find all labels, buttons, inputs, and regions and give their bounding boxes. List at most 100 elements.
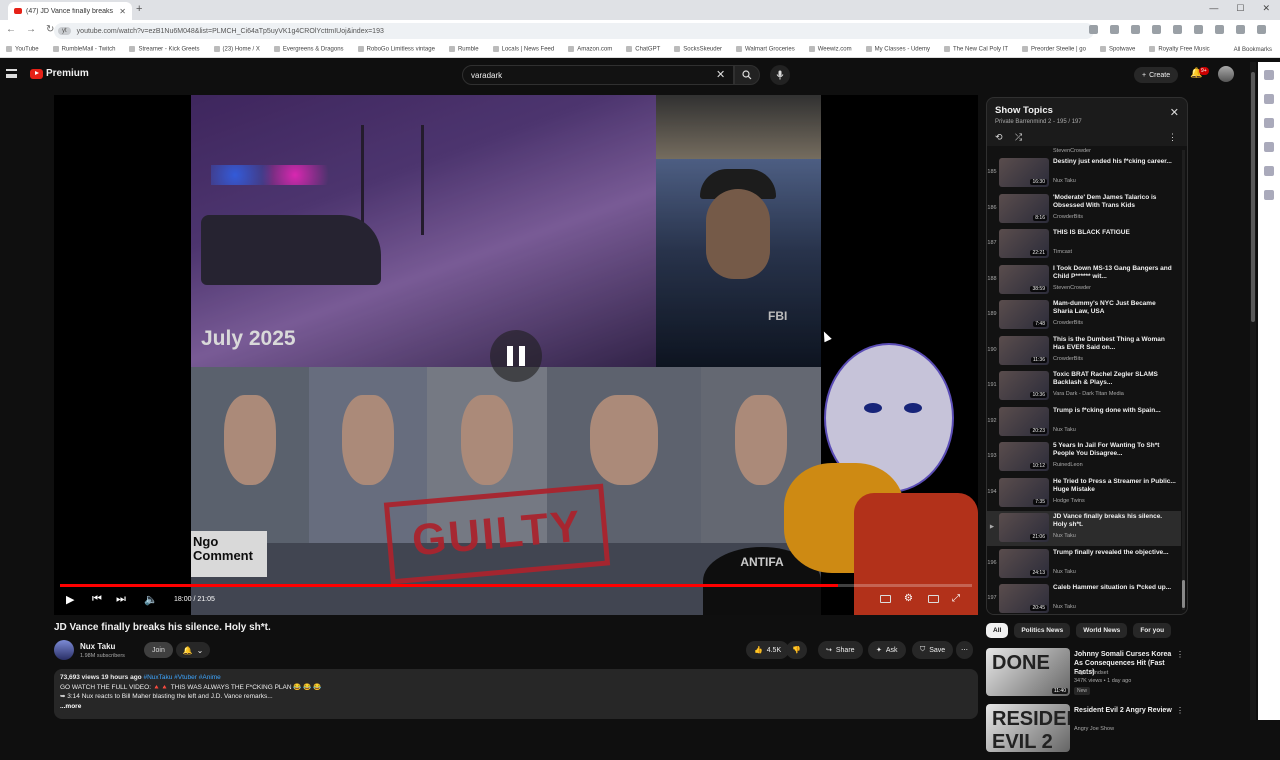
recommended-video[interactable]: RESIDENT EVIL 2 Resident Evil 2 Angry Rev… xyxy=(986,704,1186,760)
miniplayer-icon[interactable] xyxy=(928,595,939,603)
bookmark-item[interactable]: Royalty Free Music xyxy=(1149,46,1209,53)
address-bar[interactable]: yt youtube.com/watch?v=ezB1Nu6M048&list=… xyxy=(54,23,1094,39)
sidebar-tool-icon[interactable] xyxy=(1264,94,1274,104)
filter-chip[interactable]: Politics News xyxy=(1014,623,1071,638)
search-button[interactable] xyxy=(734,65,760,85)
channel-avatar[interactable] xyxy=(54,640,74,660)
bookmark-item[interactable]: Weewiz.com xyxy=(809,46,852,53)
like-button[interactable]: 👍 4.5K xyxy=(746,641,790,659)
bookmark-item[interactable]: RumbleMail - Twitch xyxy=(53,46,116,53)
create-button[interactable]: + Create xyxy=(1134,67,1179,83)
bookmark-item[interactable]: Amazon.com xyxy=(568,46,612,53)
scrollbar-thumb[interactable] xyxy=(1182,580,1185,608)
bookmark-item[interactable]: Evergreens & Dragons xyxy=(274,46,344,53)
save-button[interactable]: ⛉ Save xyxy=(912,641,954,659)
playlist-item[interactable]: 196 24:13 Trump finally revealed the objec… xyxy=(987,547,1181,582)
bookmark-item[interactable]: Spotwave xyxy=(1100,46,1135,53)
all-bookmarks[interactable]: All Bookmarks xyxy=(1234,47,1272,53)
profile-icon[interactable] xyxy=(1236,25,1245,34)
back-icon[interactable]: ← xyxy=(6,24,16,35)
scrollbar-thumb[interactable] xyxy=(1251,72,1255,322)
playlist-item[interactable]: 194 7:35 He Tried to Press a Streamer in P… xyxy=(987,476,1181,511)
hashtags[interactable]: #NuxTaku #Vtuber #Anime xyxy=(143,674,220,681)
shuffle-icon[interactable]: ⤮ xyxy=(1015,132,1022,143)
minimize-icon[interactable]: — xyxy=(1209,3,1218,14)
bookmark-item[interactable]: YouTube xyxy=(6,46,39,53)
menu-icon[interactable] xyxy=(1257,25,1266,34)
playlist-item[interactable]: 190 11:36 This is the Dumbest Thing a Woma… xyxy=(987,334,1181,369)
bookmark-item[interactable]: SocksSkeuder xyxy=(674,46,722,53)
page-scrollbar[interactable] xyxy=(1250,62,1256,720)
play-icon[interactable]: ▶ xyxy=(66,593,74,606)
close-window-icon[interactable]: ✕ xyxy=(1262,3,1270,14)
bookmark-item[interactable]: Preorder Steelie | go xyxy=(1022,46,1086,53)
more-link[interactable]: ...more xyxy=(60,702,972,712)
hamburger-menu-icon[interactable] xyxy=(6,69,17,78)
next-icon[interactable]: ⏭ xyxy=(116,593,126,606)
previous-icon[interactable]: ⏮ xyxy=(92,593,102,606)
sidepanel-icon[interactable] xyxy=(1215,25,1224,34)
playlist-item[interactable]: 185 16:30 Destiny just ended his f*cking c… xyxy=(987,156,1181,191)
playlist-item[interactable]: 186 8:16 'Moderate' Dem James Talarico is … xyxy=(987,192,1181,227)
extension-icon[interactable] xyxy=(1173,25,1182,34)
close-tab-icon[interactable]: ✕ xyxy=(119,7,126,16)
close-playlist-icon[interactable]: ✕ xyxy=(1170,106,1179,119)
join-button[interactable]: Join xyxy=(144,642,173,658)
bookmark-item[interactable]: (23) Home / X xyxy=(214,46,260,53)
filter-chip[interactable]: World News xyxy=(1076,623,1128,638)
filter-chip[interactable]: For you xyxy=(1133,623,1172,638)
ask-button[interactable]: ✦ Ask xyxy=(868,641,906,659)
new-tab-button[interactable]: + xyxy=(136,3,142,15)
star-icon[interactable] xyxy=(1110,25,1119,34)
bookmark-item[interactable]: Walmart Groceries xyxy=(736,46,795,53)
filter-chip[interactable]: All xyxy=(986,623,1009,638)
browser-tab[interactable]: (47) JD Vance finally breaks ✕ xyxy=(8,2,132,20)
subtitles-icon[interactable] xyxy=(880,595,891,603)
playlist-item[interactable]: 197 20:45 Caleb Hammer situation is f*cked… xyxy=(987,582,1181,614)
video-player[interactable]: July 2025 FBI Ngo Comment GUILTY ANTIFA xyxy=(54,95,978,615)
more-vertical-icon[interactable]: ⋮ xyxy=(1176,650,1184,659)
extension-icon[interactable] xyxy=(1194,25,1203,34)
bookmark-item[interactable]: Locals | News Feed xyxy=(493,46,555,53)
sidebar-tool-icon[interactable] xyxy=(1264,70,1274,80)
bookmark-item[interactable]: My Classes - Udemy xyxy=(866,46,930,53)
playlist-title[interactable]: Show Topics xyxy=(995,105,1053,116)
playlist-item[interactable]: 191 10:36 Toxic BRAT Rachel Zegler SLAMS B… xyxy=(987,369,1181,404)
description-box[interactable]: 73,693 views 19 hours ago #NuxTaku #Vtub… xyxy=(54,669,978,719)
playlist-item[interactable]: ▶ 21:06 JD Vance finally breaks his silenc… xyxy=(987,511,1181,546)
subscribe-notification-button[interactable]: 🔔 ⌄ xyxy=(176,642,210,658)
volume-icon[interactable]: 🔈 xyxy=(144,593,158,606)
forward-icon[interactable]: → xyxy=(26,24,36,35)
account-avatar[interactable] xyxy=(1218,66,1234,82)
recommended-video[interactable]: DONE 11:40 Johnny Somali Curses Korea As C… xyxy=(986,648,1186,704)
progress-bar[interactable] xyxy=(60,584,972,587)
playlist-item[interactable]: 188 38:59 I Took Down MS-13 Gang Bangers a… xyxy=(987,263,1181,298)
install-icon[interactable] xyxy=(1089,25,1098,34)
bookmark-item[interactable]: ChatGPT xyxy=(626,46,660,53)
playlist-item[interactable]: 187 22:21 THIS IS BLACK FATIGUE Timcast xyxy=(987,227,1181,262)
dislike-button[interactable]: 👎 xyxy=(786,641,807,659)
bookmark-item[interactable]: The New Cal Poly IT xyxy=(944,46,1008,53)
sidebar-tool-icon[interactable] xyxy=(1264,118,1274,128)
voice-search-button[interactable] xyxy=(770,65,790,85)
playlist-menu-icon[interactable]: ⋮ xyxy=(1168,132,1177,143)
bookmark-item[interactable]: RoboGo Limitless vintage xyxy=(358,46,435,53)
settings-gear-icon[interactable]: ⚙ xyxy=(904,593,913,604)
share-button[interactable]: ↪ Share xyxy=(818,641,863,659)
bookmark-item[interactable]: Rumble xyxy=(449,46,479,53)
channel-name[interactable]: Nux Taku xyxy=(80,642,115,651)
clear-search-icon[interactable]: ✕ xyxy=(716,68,725,81)
sidebar-tool-icon[interactable] xyxy=(1264,166,1274,176)
playlist-item[interactable]: 192 20:23 Trump is f*cking done with Spain… xyxy=(987,405,1181,440)
loop-icon[interactable]: ⟲ xyxy=(995,132,1003,143)
playlist-item[interactable]: 189 7:48 Mam-dummy's NYC Just Became Shari… xyxy=(987,298,1181,333)
youtube-logo[interactable]: Premium xyxy=(30,68,89,79)
sidebar-tool-icon[interactable] xyxy=(1264,142,1274,152)
playlist-scrollbar[interactable] xyxy=(1182,150,1185,610)
more-vertical-icon[interactable]: ⋮ xyxy=(1176,706,1184,715)
maximize-icon[interactable]: ☐ xyxy=(1236,3,1244,14)
sidebar-tool-icon[interactable] xyxy=(1264,190,1274,200)
pause-overlay-icon[interactable] xyxy=(490,330,542,382)
more-actions-button[interactable]: ⋯ xyxy=(956,641,973,659)
bookmark-item[interactable]: Streamer - Kick Greets xyxy=(129,46,199,53)
